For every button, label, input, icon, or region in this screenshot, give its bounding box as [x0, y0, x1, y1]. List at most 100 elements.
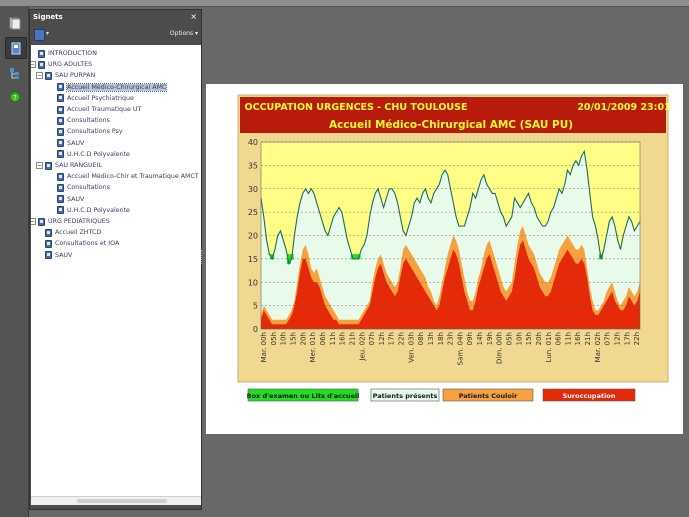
bookmark-item[interactable]: − SAU RANGUEIL	[36, 160, 102, 171]
y-tick-label: 35	[248, 161, 258, 170]
bookmark-icon	[45, 161, 52, 170]
bookmark-item[interactable]: U.H.C.D Polyvalente	[57, 205, 130, 216]
x-tick-label: 12h	[613, 332, 621, 345]
chart-subtitle: Accueil Médico-Chirurgical AMC (SAU PU)	[329, 119, 573, 131]
bookmark-icon	[38, 217, 45, 226]
window-top-bar	[0, 0, 689, 7]
bookmark-icon	[38, 49, 45, 58]
x-tick-label: 14h	[476, 332, 484, 345]
bookmark-item[interactable]: U.H.C.D Polyvalente	[57, 149, 130, 160]
bookmark-tree: INTRODUCTION − URG ADULTES − SAU PURPAN Accue…	[31, 45, 201, 505]
collapse-toggle-icon[interactable]: −	[36, 72, 43, 80]
pages-icon[interactable]	[5, 13, 25, 33]
bookmark-icon	[57, 83, 64, 92]
collapse-toggle-icon[interactable]: −	[31, 218, 36, 225]
bookmark-menu-icon[interactable]	[34, 29, 45, 41]
bookmark-label: Accueil Médico-Chir et Traumatique AMCT	[67, 173, 199, 181]
bookmark-label: SAUV	[55, 251, 73, 259]
bookmark-item[interactable]: − SAU PURPAN	[36, 70, 95, 81]
panel-toolbar: ▾ Options ▾	[30, 26, 201, 44]
y-tick-label: 10	[248, 278, 258, 287]
bookmark-icon	[57, 195, 64, 204]
x-tick-label: 20h	[535, 332, 543, 345]
bookmark-item[interactable]: SAUV	[45, 250, 72, 261]
x-tick-label: 19h	[486, 332, 494, 345]
chart-title: OCCUPATION URGENCES - CHU TOULOUSE	[245, 102, 468, 113]
bookmark-label: U.H.C.D Polyvalente	[67, 150, 130, 158]
x-tick-label: 16h	[339, 332, 347, 345]
bookmark-icon	[57, 116, 64, 125]
bookmark-icon	[45, 228, 52, 237]
collapse-toggle-icon[interactable]: −	[36, 162, 43, 169]
bookmark-label: INTRODUCTION	[48, 50, 97, 57]
occupation-chart: OCCUPATION URGENCES - CHU TOULOUSE 20/01…	[237, 94, 671, 402]
bookmark-item[interactable]: INTRODUCTION	[38, 48, 97, 59]
x-tick-label: 06h	[555, 332, 563, 345]
x-tick-label: Mar. 02h	[594, 332, 602, 362]
x-tick-label: 23h	[447, 332, 455, 345]
panel-title: Signets	[33, 13, 63, 21]
chart-legend: Box d'examen ou Lits d'accueil Patients p…	[247, 388, 636, 402]
bookmarks-icon[interactable]	[5, 37, 27, 59]
x-tick-label: Sam. 04h	[456, 332, 464, 365]
x-tick-label: 22h	[398, 332, 406, 345]
x-tick-label: 06h	[319, 332, 327, 345]
bookmark-label: URG ADULTES	[48, 61, 93, 69]
bookmark-label: SAU RANGUEIL	[55, 162, 103, 169]
options-menu[interactable]: Options ▾	[170, 30, 198, 37]
bookmark-label: Accueil Traumatique UT	[67, 106, 142, 113]
bookmark-item[interactable]: Accueil Traumatique UT	[57, 104, 141, 115]
x-tick-label: 15h	[290, 332, 298, 345]
panel-splitter[interactable]	[201, 250, 205, 264]
bookmark-icon	[45, 71, 52, 80]
y-tick-label: 40	[248, 138, 258, 147]
bookmark-label: Consultations et IOA	[55, 240, 120, 248]
bookmark-item[interactable]: Accueil Médico-Chir et Traumatique AMCT	[57, 171, 199, 182]
document-page: OCCUPATION URGENCES - CHU TOULOUSE 20/01…	[206, 84, 683, 434]
bookmark-icon	[45, 251, 52, 260]
bookmark-icon	[57, 183, 64, 192]
legend-label: Patients Couloir	[459, 392, 518, 400]
x-tick-label: 10h	[515, 332, 523, 345]
x-tick-label: 05h	[270, 332, 278, 345]
x-tick-label: Mar. 00h	[260, 332, 268, 362]
scrollbar-thumb[interactable]	[77, 499, 167, 503]
collapse-toggle-icon[interactable]: −	[31, 61, 36, 69]
x-tick-label: 16h	[574, 332, 582, 345]
help-icon[interactable]: ?	[5, 87, 25, 107]
bookmark-label: Consultations	[67, 117, 110, 125]
bookmark-item[interactable]: Consultations	[57, 115, 110, 126]
x-tick-label: 09h	[466, 332, 474, 345]
bookmark-item[interactable]: Accueil ZHTCD	[45, 227, 101, 238]
bookmark-icon	[57, 139, 64, 148]
close-icon[interactable]: ×	[190, 12, 197, 21]
bookmark-label: U.H.C.D Polyvalente	[67, 206, 130, 214]
bookmark-item[interactable]: Accueil Psychiatrique	[57, 93, 134, 104]
bookmark-label: SAUV	[67, 195, 85, 203]
bookmark-item[interactable]: Consultations	[57, 182, 110, 193]
x-tick-label: 11h	[564, 332, 572, 345]
x-tick-label: Jeu. 02h	[358, 332, 366, 362]
bookmark-label: Consultations	[67, 184, 110, 192]
bookmark-item[interactable]: Consultations et IOA	[45, 238, 119, 249]
x-tick-label: Lun. 01h	[545, 332, 553, 362]
x-tick-label: 08h	[417, 332, 425, 345]
x-tick-label: 21h	[348, 332, 356, 345]
x-tick-label: 21h	[584, 332, 592, 345]
bookmark-item[interactable]: SAUV	[57, 194, 84, 205]
bookmark-item[interactable]: Accueil Médico-Chirurgical AMC	[57, 82, 168, 93]
bookmark-item[interactable]: − URG PEDIATRIQUES	[31, 216, 110, 227]
y-tick-label: 15	[248, 255, 258, 264]
bookmark-label: Accueil Psychiatrique	[67, 94, 134, 102]
x-tick-label: 17h	[388, 332, 396, 345]
bookmark-icon	[45, 239, 52, 248]
bookmark-item[interactable]: − URG ADULTES	[31, 59, 92, 70]
bookmark-icon	[57, 94, 64, 103]
layers-icon[interactable]	[5, 63, 25, 83]
y-tick-label: 25	[248, 208, 258, 217]
horizontal-scrollbar[interactable]	[31, 496, 201, 505]
chevron-down-icon[interactable]: ▾	[46, 30, 49, 37]
svg-text:?: ?	[13, 94, 17, 102]
bookmark-item[interactable]: Consultations Psy	[57, 126, 123, 137]
bookmark-item[interactable]: SAUV	[57, 138, 84, 149]
